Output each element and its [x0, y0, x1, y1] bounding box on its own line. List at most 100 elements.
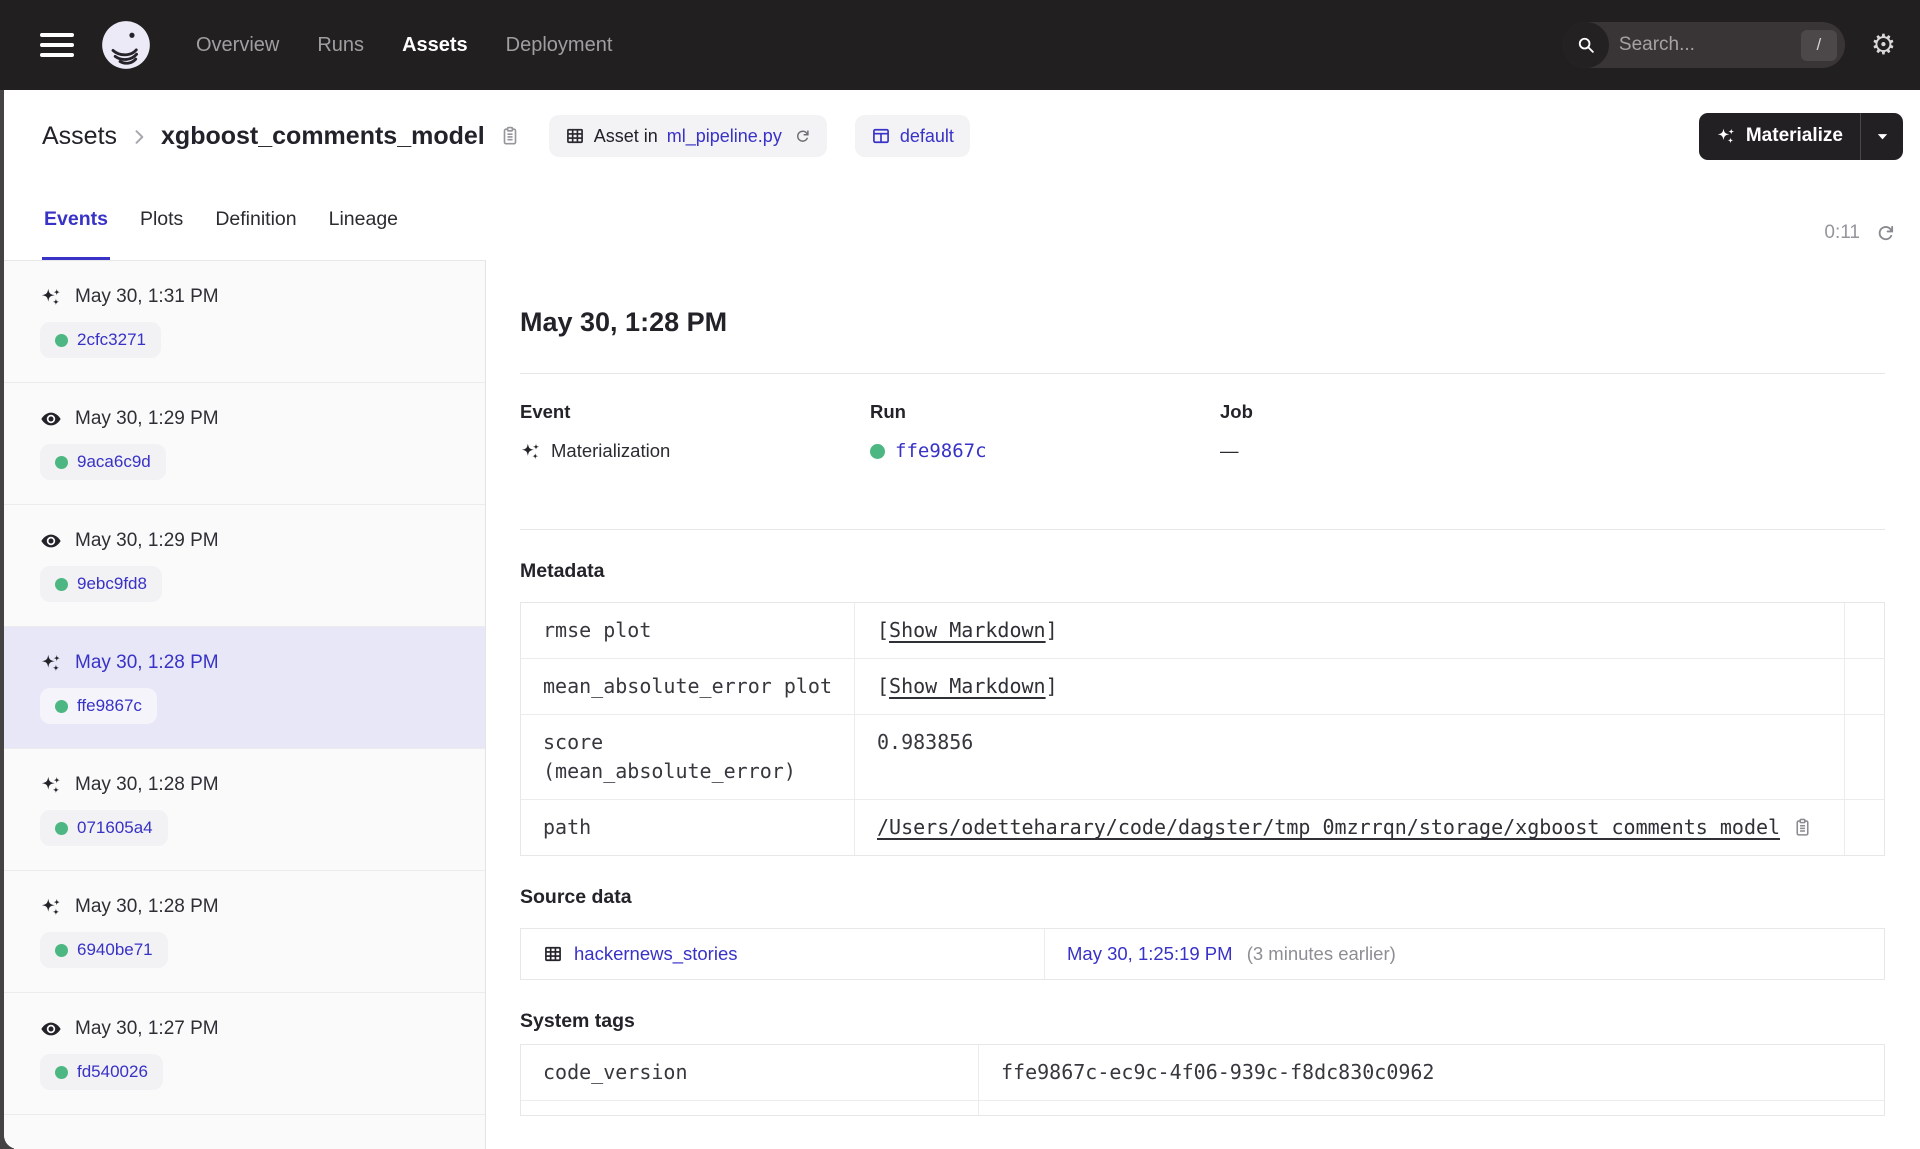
- asset-group-link[interactable]: default: [900, 126, 954, 147]
- event-date: May 30, 1:28 PM: [75, 774, 219, 795]
- breadcrumb: Assets xgboost_comments_model: [42, 122, 521, 151]
- top-nav-bar: Overview Runs Assets Deployment / ⚙: [0, 0, 1920, 90]
- breadcrumb-assets-link[interactable]: Assets: [42, 122, 117, 151]
- run-label: Run: [870, 401, 906, 422]
- materialization-sparkle-icon: [41, 288, 60, 306]
- show-markdown-link[interactable]: [Show Markdown]: [877, 672, 1058, 701]
- tab-plots[interactable]: Plots: [138, 182, 185, 260]
- tab-definition[interactable]: Definition: [213, 182, 298, 260]
- source-timestamp-link[interactable]: May 30, 1:25:19 PM: [1067, 943, 1233, 964]
- run-id-link[interactable]: ffe9867c: [77, 696, 142, 716]
- refresh-countdown: 0:11: [1824, 222, 1860, 243]
- run-id-link[interactable]: fd540026: [77, 1062, 148, 1082]
- table-row: score (mean_absolute_error) 0.983856: [521, 715, 1884, 800]
- system-tag-value: ffe9867c-ec9c-4f06-939c-f8dc830c0962: [978, 1045, 1884, 1100]
- observation-eye-icon: [41, 412, 61, 426]
- materialize-options-button[interactable]: [1861, 113, 1903, 160]
- materialization-sparkle-icon: [41, 654, 60, 672]
- run-status-dot: [870, 443, 885, 459]
- tab-lineage[interactable]: Lineage: [327, 182, 400, 260]
- source-asset-link[interactable]: hackernews_stories: [574, 942, 738, 966]
- event-detail-panel: May 30, 1:28 PM Event Materialization Ru…: [486, 260, 1920, 1149]
- page-content: Assets xgboost_comments_model Asset in m…: [4, 90, 1920, 1149]
- chevron-down-icon: [1877, 133, 1887, 139]
- score-value: 0.983856: [877, 730, 974, 754]
- table-row: [521, 1101, 1884, 1115]
- event-label: Event: [520, 401, 571, 422]
- materialize-split-button: Materialize: [1698, 112, 1903, 160]
- event-date: May 30, 1:27 PM: [75, 1018, 219, 1039]
- global-search[interactable]: /: [1562, 22, 1845, 68]
- asset-grid-icon: [566, 128, 583, 144]
- copy-path-icon[interactable]: [1792, 817, 1813, 838]
- metadata-key: rmse plot: [543, 618, 652, 642]
- nav-link-overview[interactable]: Overview: [196, 34, 279, 57]
- table-row: hackernews_stories May 30, 1:25:19 PM (3…: [521, 929, 1884, 979]
- run-status-dot: [55, 699, 68, 713]
- run-id-link[interactable]: 9aca6c9d: [77, 452, 151, 472]
- asset-in-label: Asset in: [593, 125, 658, 146]
- copy-asset-name-icon[interactable]: [499, 125, 521, 147]
- run-id-pill[interactable]: 9aca6c9d: [40, 444, 166, 480]
- materialization-sparkle-icon: [41, 898, 60, 916]
- run-id-link[interactable]: 2cfc3271: [77, 330, 146, 350]
- materialize-label: Materialize: [1745, 125, 1843, 146]
- metadata-heading: Metadata: [520, 560, 605, 582]
- event-title: May 30, 1:28 PM: [520, 307, 728, 337]
- event-date: May 30, 1:31 PM: [75, 286, 219, 307]
- storage-path-link[interactable]: /Users/odetteharary/code/dagster/tmp_0mz…: [877, 813, 1780, 842]
- show-markdown-link[interactable]: [Show Markdown]: [877, 616, 1058, 645]
- run-status-dot: [55, 455, 68, 469]
- nav-link-assets[interactable]: Assets: [402, 34, 468, 57]
- code-location-badge[interactable]: Asset in ml_pipeline.py: [548, 115, 827, 157]
- nav-link-runs[interactable]: Runs: [317, 34, 364, 57]
- job-value: —: [1220, 440, 1239, 461]
- nav-link-deployment[interactable]: Deployment: [506, 34, 613, 57]
- asset-grid-icon: [545, 946, 561, 962]
- event-summary-row: Event Materialization Run ffe9867c Job —: [520, 401, 1885, 463]
- materialization-sparkle-icon: [41, 776, 60, 794]
- run-status-dot: [55, 577, 68, 591]
- materialize-button[interactable]: Materialize: [1699, 113, 1860, 160]
- run-id-link[interactable]: 6940be71: [77, 940, 153, 960]
- event-list-item[interactable]: May 30, 1:28 PM 071605a4: [4, 749, 485, 871]
- menu-hamburger-icon[interactable]: [40, 33, 74, 57]
- tab-events[interactable]: Events: [42, 182, 110, 260]
- run-id-link[interactable]: ffe9867c: [895, 439, 987, 463]
- event-list-item[interactable]: May 30, 1:28 PM 6940be71: [4, 871, 485, 993]
- table-row: rmse plot [Show Markdown]: [521, 603, 1884, 659]
- run-id-pill[interactable]: 2cfc3271: [40, 322, 161, 358]
- run-id-link[interactable]: 9ebc9fd8: [77, 574, 147, 594]
- asset-group-badge[interactable]: default: [854, 115, 970, 157]
- event-list-item[interactable]: May 30, 1:29 PM 9aca6c9d: [4, 383, 485, 505]
- metadata-table: rmse plot [Show Markdown] mean_absolute_…: [520, 602, 1885, 856]
- search-input[interactable]: [1608, 34, 1801, 56]
- search-icon: [1562, 22, 1609, 68]
- event-list-item-selected[interactable]: May 30, 1:28 PM ffe9867c: [4, 627, 485, 749]
- table-row: code_version ffe9867c-ec9c-4f06-939c-f8d…: [521, 1045, 1884, 1101]
- code-location-link[interactable]: ml_pipeline.py: [667, 126, 782, 147]
- run-id-link[interactable]: 071605a4: [77, 818, 153, 838]
- observation-eye-icon: [41, 1022, 61, 1036]
- run-id-pill[interactable]: ffe9867c: [40, 688, 157, 724]
- run-status-dot: [55, 821, 68, 835]
- run-id-pill[interactable]: fd540026: [40, 1054, 163, 1090]
- event-list-item[interactable]: May 30, 1:27 PM fd540026: [4, 993, 485, 1115]
- materialize-sparkle-icon: [1717, 128, 1735, 144]
- run-id-pill[interactable]: 071605a4: [40, 810, 168, 846]
- metadata-key: mean_absolute_error plot: [543, 674, 832, 698]
- event-list-item[interactable]: May 30, 1:31 PM 2cfc3271: [4, 261, 485, 383]
- event-list-item[interactable]: May 30, 1:29 PM 9ebc9fd8: [4, 505, 485, 627]
- system-tags-heading: System tags: [520, 1010, 635, 1032]
- settings-gear-icon[interactable]: ⚙: [1871, 31, 1896, 59]
- refresh-icon[interactable]: [1875, 223, 1896, 244]
- reload-location-icon[interactable]: [794, 128, 811, 145]
- run-id-pill[interactable]: 9ebc9fd8: [40, 566, 162, 602]
- dagster-logo[interactable]: [100, 19, 152, 71]
- run-id-pill[interactable]: 6940be71: [40, 932, 168, 968]
- run-status-dot: [55, 333, 68, 347]
- materialization-sparkle-icon: [521, 443, 540, 459]
- observation-eye-icon: [41, 534, 61, 548]
- page-title: xgboost_comments_model: [161, 121, 485, 150]
- job-label: Job: [1220, 401, 1253, 422]
